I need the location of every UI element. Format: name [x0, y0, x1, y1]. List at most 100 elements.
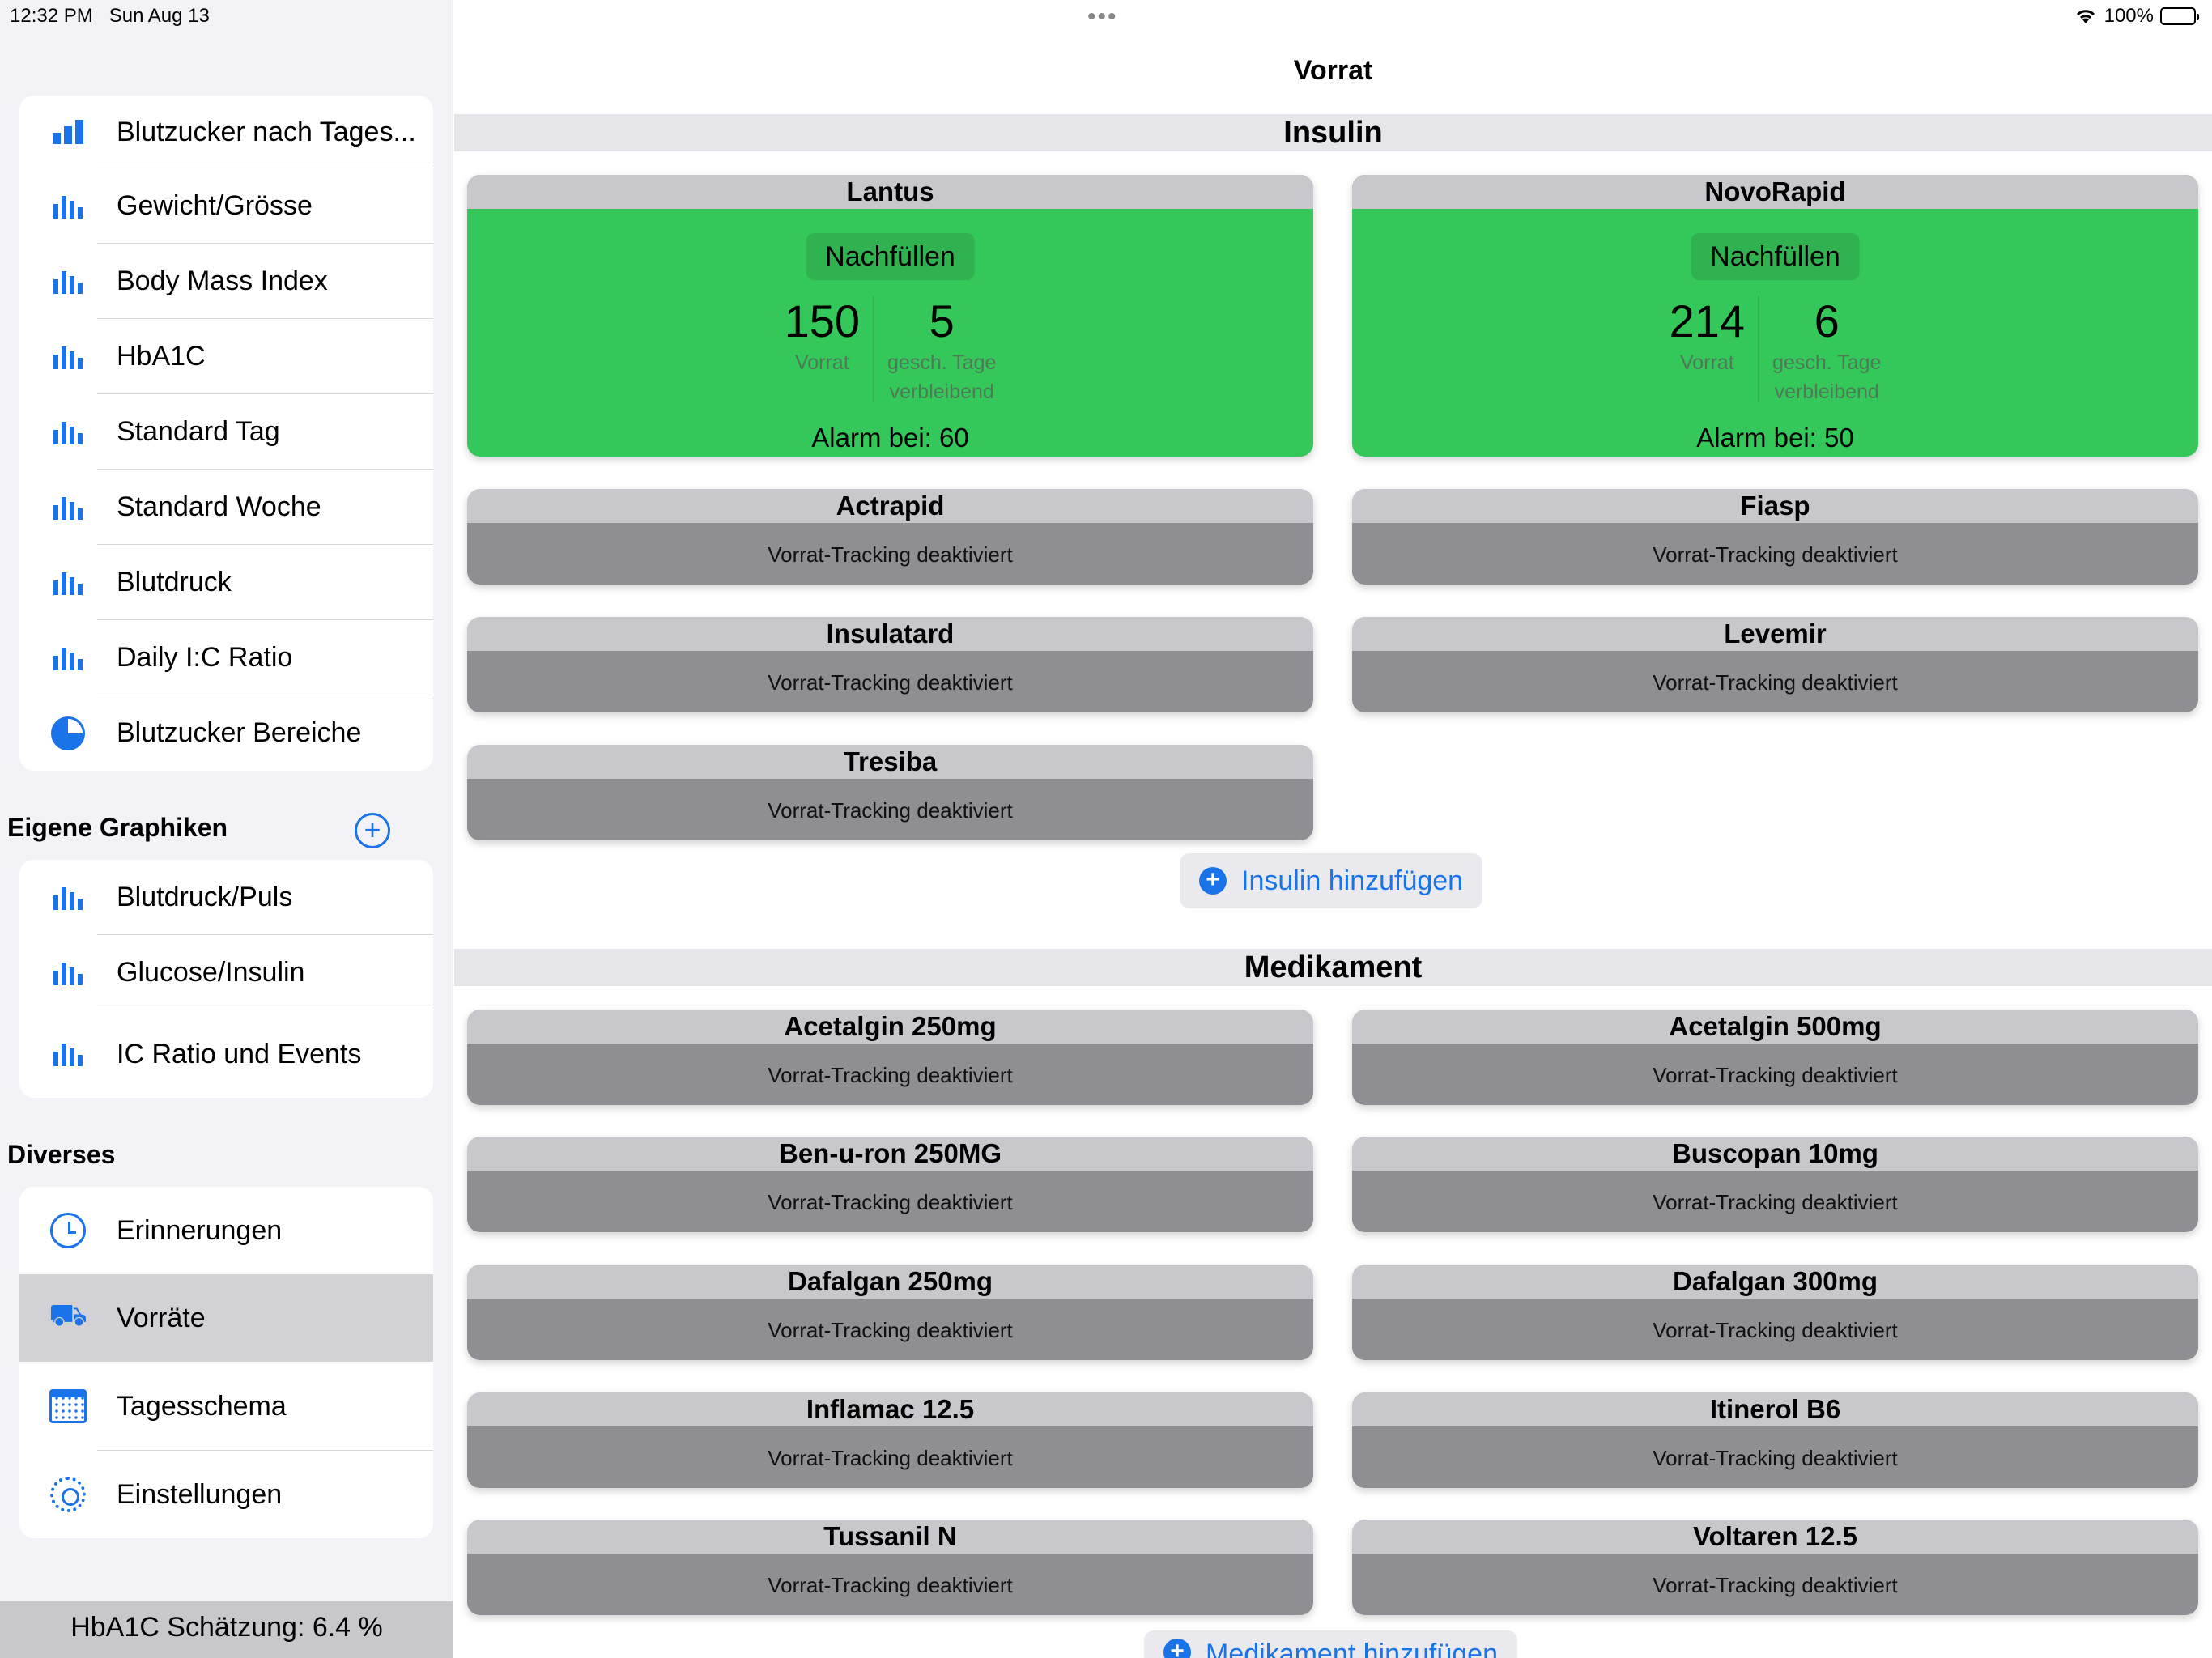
add-insulin-label: Insulin hinzufügen — [1241, 865, 1464, 896]
add-medication-label: Medikament hinzufügen — [1206, 1639, 1499, 1658]
card-title: NovoRapid — [1352, 175, 2198, 209]
sidebar-item-erinnerungen[interactable]: Erinnerungen — [19, 1187, 433, 1274]
med-card-itinerol[interactable]: Itinerol B6 Vorrat-Tracking deaktiviert — [1352, 1392, 2198, 1488]
card-title: Inflamac 12.5 — [806, 1394, 975, 1424]
card-title: Acetalgin 500mg — [1669, 1011, 1882, 1041]
sidebar-item-label: Blutdruck/Puls — [117, 882, 293, 912]
sidebar-item-label: Tagesschema — [117, 1390, 287, 1422]
insulin-card-novorapid[interactable]: NovoRapid Nachfüllen 214 Vorrat 6 gesch.… — [1352, 175, 2198, 457]
sidebar-item-label: Einstellungen — [117, 1478, 283, 1510]
stock-value: 214 — [1669, 295, 1746, 346]
tracking-status: Vorrat-Tracking deaktiviert — [1352, 1044, 2198, 1105]
add-custom-graph-button[interactable]: + — [355, 813, 390, 848]
days-label-2: verbleibend — [1774, 380, 1879, 403]
bar-chart-icon — [53, 571, 83, 595]
tracking-status: Vorrat-Tracking deaktiviert — [467, 523, 1313, 585]
med-card-tussanil[interactable]: Tussanil N Vorrat-Tracking deaktiviert — [467, 1520, 1313, 1615]
sidebar-item-bmi[interactable]: Body Mass Index — [19, 244, 433, 319]
sidebar-item-blutdruck[interactable]: Blutdruck — [19, 545, 433, 620]
insulin-card-levemir[interactable]: Levemir Vorrat-Tracking deaktiviert — [1352, 617, 2198, 712]
card-title: Fiasp — [1740, 491, 1810, 521]
calendar-icon — [49, 1389, 87, 1423]
card-title: Tresiba — [843, 746, 938, 776]
gear-icon — [50, 1477, 86, 1512]
med-card-ben-u-ron[interactable]: Ben-u-ron 250MG Vorrat-Tracking deaktivi… — [467, 1137, 1313, 1232]
sidebar-item-label: IC Ratio und Events — [117, 1038, 362, 1069]
misc-title: Diverses — [7, 1140, 116, 1169]
time-text: 12:32 PM — [10, 5, 93, 27]
sidebar-item-blutzucker-bereiche[interactable]: Blutzucker Bereiche — [19, 695, 433, 771]
bar-chart-icon — [53, 1042, 83, 1066]
bar-chart-icon — [53, 120, 83, 144]
status-right: 100% — [2074, 5, 2199, 28]
tracking-status: Vorrat-Tracking deaktiviert — [1352, 651, 2198, 712]
sidebar-item-daily-ic-ratio[interactable]: Daily I:C Ratio — [19, 620, 433, 695]
days-label-2: verbleibend — [889, 380, 994, 403]
tracking-status: Vorrat-Tracking deaktiviert — [1352, 1554, 2198, 1615]
alarm-threshold: Alarm bei: 60 — [811, 423, 969, 453]
sidebar-item-label: Standard Tag — [117, 416, 280, 447]
card-title: Dafalgan 300mg — [1672, 1266, 1878, 1296]
tracking-status: Vorrat-Tracking deaktiviert — [1352, 1171, 2198, 1232]
tracking-status: Vorrat-Tracking deaktiviert — [467, 1554, 1313, 1615]
med-card-acetalgin-250[interactable]: Acetalgin 250mg Vorrat-Tracking deaktivi… — [467, 1010, 1313, 1105]
date-text: Sun Aug 13 — [108, 5, 210, 27]
insulin-card-lantus[interactable]: Lantus Nachfüllen 150 Vorrat 5 gesch. Ta… — [467, 175, 1313, 457]
days-label: gesch. Tage — [1772, 351, 1882, 374]
days-value: 5 — [929, 295, 955, 346]
med-card-inflamac[interactable]: Inflamac 12.5 Vorrat-Tracking deaktivier… — [467, 1392, 1313, 1488]
refill-button[interactable]: Nachfüllen — [806, 233, 975, 280]
tracking-status: Vorrat-Tracking deaktiviert — [467, 779, 1313, 840]
insulin-card-insulatard[interactable]: Insulatard Vorrat-Tracking deaktiviert — [467, 617, 1313, 712]
misc-group: Erinnerungen ⛟ Vorräte Tagesschema Einst… — [19, 1187, 433, 1538]
alarm-clock-icon — [50, 1213, 86, 1248]
add-medication-button[interactable]: + Medikament hinzufügen — [1144, 1630, 1518, 1658]
insulin-section-header: Insulin — [454, 114, 2212, 151]
card-title: Acetalgin 250mg — [784, 1011, 997, 1041]
bar-chart-icon — [53, 961, 83, 985]
sidebar-item-label: Daily I:C Ratio — [117, 642, 293, 673]
sidebar-item-standard-woche[interactable]: Standard Woche — [19, 470, 433, 545]
sidebar-item-standard-tag[interactable]: Standard Tag — [19, 394, 433, 470]
bar-chart-icon — [53, 886, 83, 910]
tracking-status: Vorrat-Tracking deaktiviert — [467, 1171, 1313, 1232]
sidebar-item-label: Blutdruck — [117, 567, 232, 597]
sidebar-item-einstellungen[interactable]: Einstellungen — [19, 1451, 433, 1538]
sidebar-item-tagesschema[interactable]: Tagesschema — [19, 1362, 433, 1451]
insulin-card-tresiba[interactable]: Tresiba Vorrat-Tracking deaktiviert — [467, 745, 1313, 840]
sidebar-item-label: Glucose/Insulin — [117, 957, 305, 988]
med-card-acetalgin-500[interactable]: Acetalgin 500mg Vorrat-Tracking deaktivi… — [1352, 1010, 2198, 1105]
med-card-voltaren[interactable]: Voltaren 12.5 Vorrat-Tracking deaktivier… — [1352, 1520, 2198, 1615]
sidebar-item-gewicht[interactable]: Gewicht/Grösse — [19, 168, 433, 244]
med-card-buscopan[interactable]: Buscopan 10mg Vorrat-Tracking deaktivier… — [1352, 1137, 2198, 1232]
sidebar-item-label: HbA1C — [117, 341, 206, 372]
bar-chart-icon — [53, 194, 83, 219]
days-label: gesch. Tage — [887, 351, 997, 374]
pie-chart-icon — [51, 716, 85, 750]
sidebar-item-glucose-insulin[interactable]: Glucose/Insulin — [19, 935, 433, 1010]
sidebar-item-ic-ratio-events[interactable]: IC Ratio und Events — [19, 1010, 433, 1098]
stock-stats: 214 Vorrat 6 gesch. Tage verbleibend — [1352, 295, 2198, 406]
insulin-card-actrapid[interactable]: Actrapid Vorrat-Tracking deaktiviert — [467, 489, 1313, 585]
hba1c-estimate: HbA1C Schätzung: 6.4 % — [0, 1601, 453, 1658]
bar-chart-icon — [53, 420, 83, 444]
add-insulin-button[interactable]: + Insulin hinzufügen — [1180, 853, 1483, 908]
sidebar-item-blutzucker-tages[interactable]: Blutzucker nach Tages... — [19, 96, 433, 168]
insulin-card-fiasp[interactable]: Fiasp Vorrat-Tracking deaktiviert — [1352, 489, 2198, 585]
stock-value: 150 — [784, 295, 861, 346]
multitasking-dots[interactable]: ••• — [1087, 3, 1118, 31]
tracking-status: Vorrat-Tracking deaktiviert — [1352, 1299, 2198, 1360]
plus-circle-icon: + — [1163, 1639, 1191, 1658]
refill-button[interactable]: Nachfüllen — [1691, 233, 1860, 280]
status-time: 12:32 PM Sun Aug 13 — [10, 5, 210, 28]
tracking-status: Vorrat-Tracking deaktiviert — [467, 1299, 1313, 1360]
sidebar-item-hba1c[interactable]: HbA1C — [19, 319, 433, 394]
sidebar-item-blutdruck-puls[interactable]: Blutdruck/Puls — [19, 860, 433, 935]
medication-section-header: Medikament — [454, 949, 2212, 986]
med-card-dafalgan-300[interactable]: Dafalgan 300mg Vorrat-Tracking deaktivie… — [1352, 1265, 2198, 1360]
med-card-dafalgan-250[interactable]: Dafalgan 250mg Vorrat-Tracking deaktivie… — [467, 1265, 1313, 1360]
battery-percent: 100% — [2104, 5, 2154, 27]
main-content: Vorrat Insulin Lantus Nachfüllen 150 Vor… — [454, 0, 2212, 1658]
tracking-status: Vorrat-Tracking deaktiviert — [1352, 523, 2198, 585]
sidebar-item-vorraete[interactable]: ⛟ Vorräte — [19, 1274, 433, 1362]
